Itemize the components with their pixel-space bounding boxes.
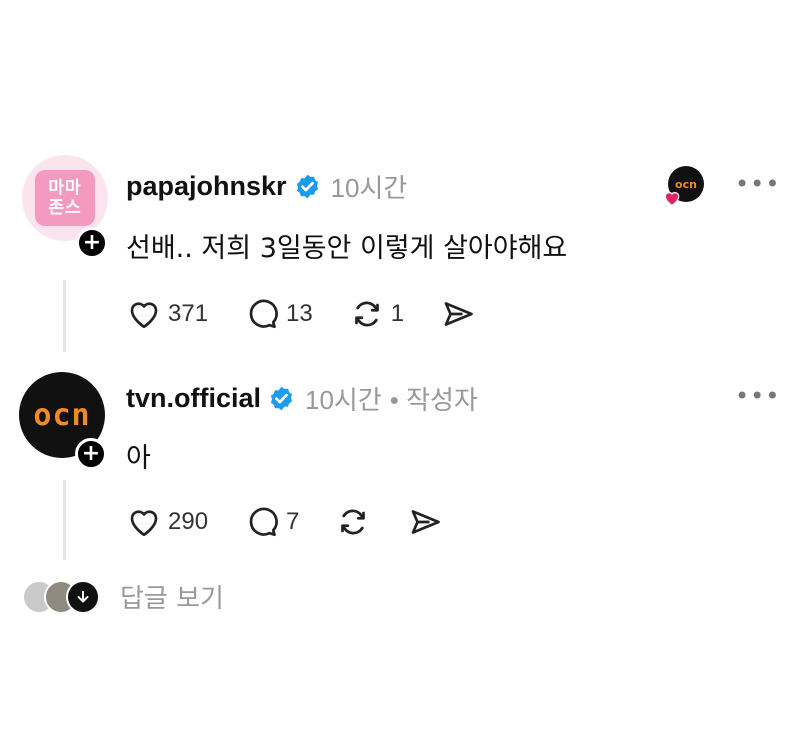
avatar-papajohnskr[interactable]: 마마 존스 + [22, 155, 108, 259]
like-count: 371 [168, 300, 209, 327]
username[interactable]: papajohnskr [126, 171, 287, 202]
post-time: 10시간 [330, 173, 408, 203]
thread-line [63, 280, 66, 352]
author-like-badge: ocn [662, 166, 704, 208]
like-button[interactable]: 371 [126, 296, 208, 332]
repost-count: 1 [390, 300, 405, 327]
comment-button[interactable]: 7 [244, 504, 299, 540]
repost-button[interactable]: 1 [349, 296, 404, 332]
comment-count: 7 [286, 508, 300, 535]
heart-filled-icon [664, 191, 680, 207]
follow-plus-icon[interactable]: + [75, 438, 107, 470]
send-icon [412, 510, 441, 534]
post-time: 10시간 [305, 385, 382, 415]
repost-icon [341, 509, 366, 535]
expand-down-icon[interactable] [66, 579, 100, 614]
comment-button[interactable]: 13 [244, 296, 313, 332]
post-content: 선배.. 저희 3일동안 이렇게 살아야해요 [126, 233, 568, 264]
post-actions: 290 7 [126, 504, 479, 540]
share-button[interactable] [407, 504, 443, 540]
more-options-button[interactable]: ••• [735, 170, 780, 198]
ocn-logo: ocn [33, 397, 91, 433]
follow-plus-icon[interactable]: + [76, 227, 108, 259]
repost-icon [354, 301, 379, 327]
verified-badge-icon [296, 174, 318, 199]
post-header: papajohnskr 10시간 [126, 168, 407, 205]
avatar-tvn-official[interactable]: ocn + [19, 372, 107, 470]
post-header: tvn.official 10시간 • 작성자 [126, 380, 478, 417]
heart-icon [130, 510, 158, 537]
more-options-button[interactable]: ••• [735, 382, 780, 410]
verified-badge-icon [270, 386, 293, 411]
send-icon [444, 302, 473, 326]
thread-line [63, 480, 66, 560]
repost-button[interactable] [335, 504, 371, 540]
view-replies-link[interactable]: 답글 보기 [120, 578, 224, 615]
comment-icon [249, 299, 278, 329]
mama-jones-logo: 마마 존스 [35, 170, 95, 226]
heart-icon [130, 302, 158, 329]
comment-count: 13 [286, 300, 313, 327]
share-button[interactable] [440, 296, 476, 332]
post-actions: 371 13 1 [126, 296, 512, 332]
comment-icon [249, 507, 278, 537]
username[interactable]: tvn.official [126, 383, 261, 414]
post-content: 아 [126, 443, 151, 474]
like-count: 290 [168, 508, 209, 535]
like-button[interactable]: 290 [126, 504, 208, 540]
view-replies-row[interactable]: 답글 보기 [22, 578, 224, 615]
author-tag: • 작성자 [389, 385, 478, 415]
